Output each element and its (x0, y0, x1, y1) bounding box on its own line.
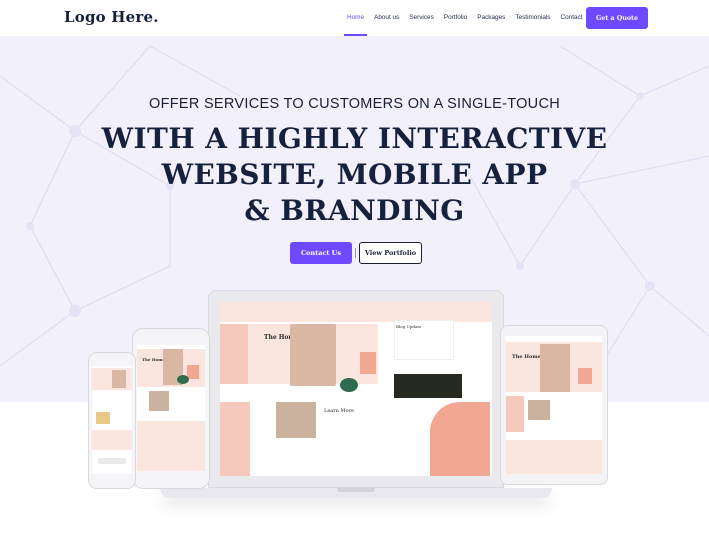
nav-item-testimonials[interactable]: Testimonials (515, 14, 550, 22)
nav-item-label: Home (347, 14, 365, 21)
preview-side-block (220, 402, 250, 476)
hero-title-line: WITH A HIGHLY INTERACTIVE (101, 122, 608, 155)
nav-item-contact[interactable]: Contact (561, 14, 583, 22)
preview-photo-2 (276, 402, 316, 438)
small-phone-section (92, 430, 132, 450)
phone-footer-bg (137, 421, 205, 471)
tablet-photo-2 (528, 400, 550, 420)
small-phone-product (96, 412, 110, 424)
button-divider (355, 248, 356, 258)
site-header: Logo Here. Home About us Services Portfo… (0, 0, 709, 36)
nav-item-about[interactable]: About us (374, 14, 399, 22)
hero-title: WITH A HIGHLY INTERACTIVE WEBSITE, MOBIL… (0, 121, 709, 229)
hero-subtitle: OFFER SERVICES TO CUSTOMERS ON A SINGLE-… (149, 96, 560, 112)
contact-us-button[interactable]: Contact Us (290, 242, 352, 264)
nav-item-home[interactable]: Home (344, 14, 368, 36)
hero-title-line: & BRANDING (244, 194, 465, 227)
preview-learn-more: Learn More (324, 408, 354, 414)
hero-title-line: WEBSITE, MOBILE APP (161, 158, 548, 191)
nav-item-packages[interactable]: Packages (477, 14, 505, 22)
hero-section: OFFER SERVICES TO CUSTOMERS ON A SINGLE-… (0, 36, 709, 402)
get-quote-button[interactable]: Get a Quote (586, 7, 648, 29)
preview-coral-shape (430, 402, 490, 476)
tablet-footer-bg (506, 440, 602, 474)
logo[interactable]: Logo Here. (64, 8, 159, 26)
small-phone-bar (98, 458, 126, 464)
laptop-base (160, 488, 552, 498)
view-portfolio-button[interactable]: View Portfolio (359, 242, 422, 264)
nav-item-services[interactable]: Services (409, 14, 434, 22)
nav-item-portfolio[interactable]: Portfolio (444, 14, 467, 22)
main-nav: Home About us Services Portfolio Package… (344, 14, 593, 36)
laptop-notch (337, 488, 375, 492)
